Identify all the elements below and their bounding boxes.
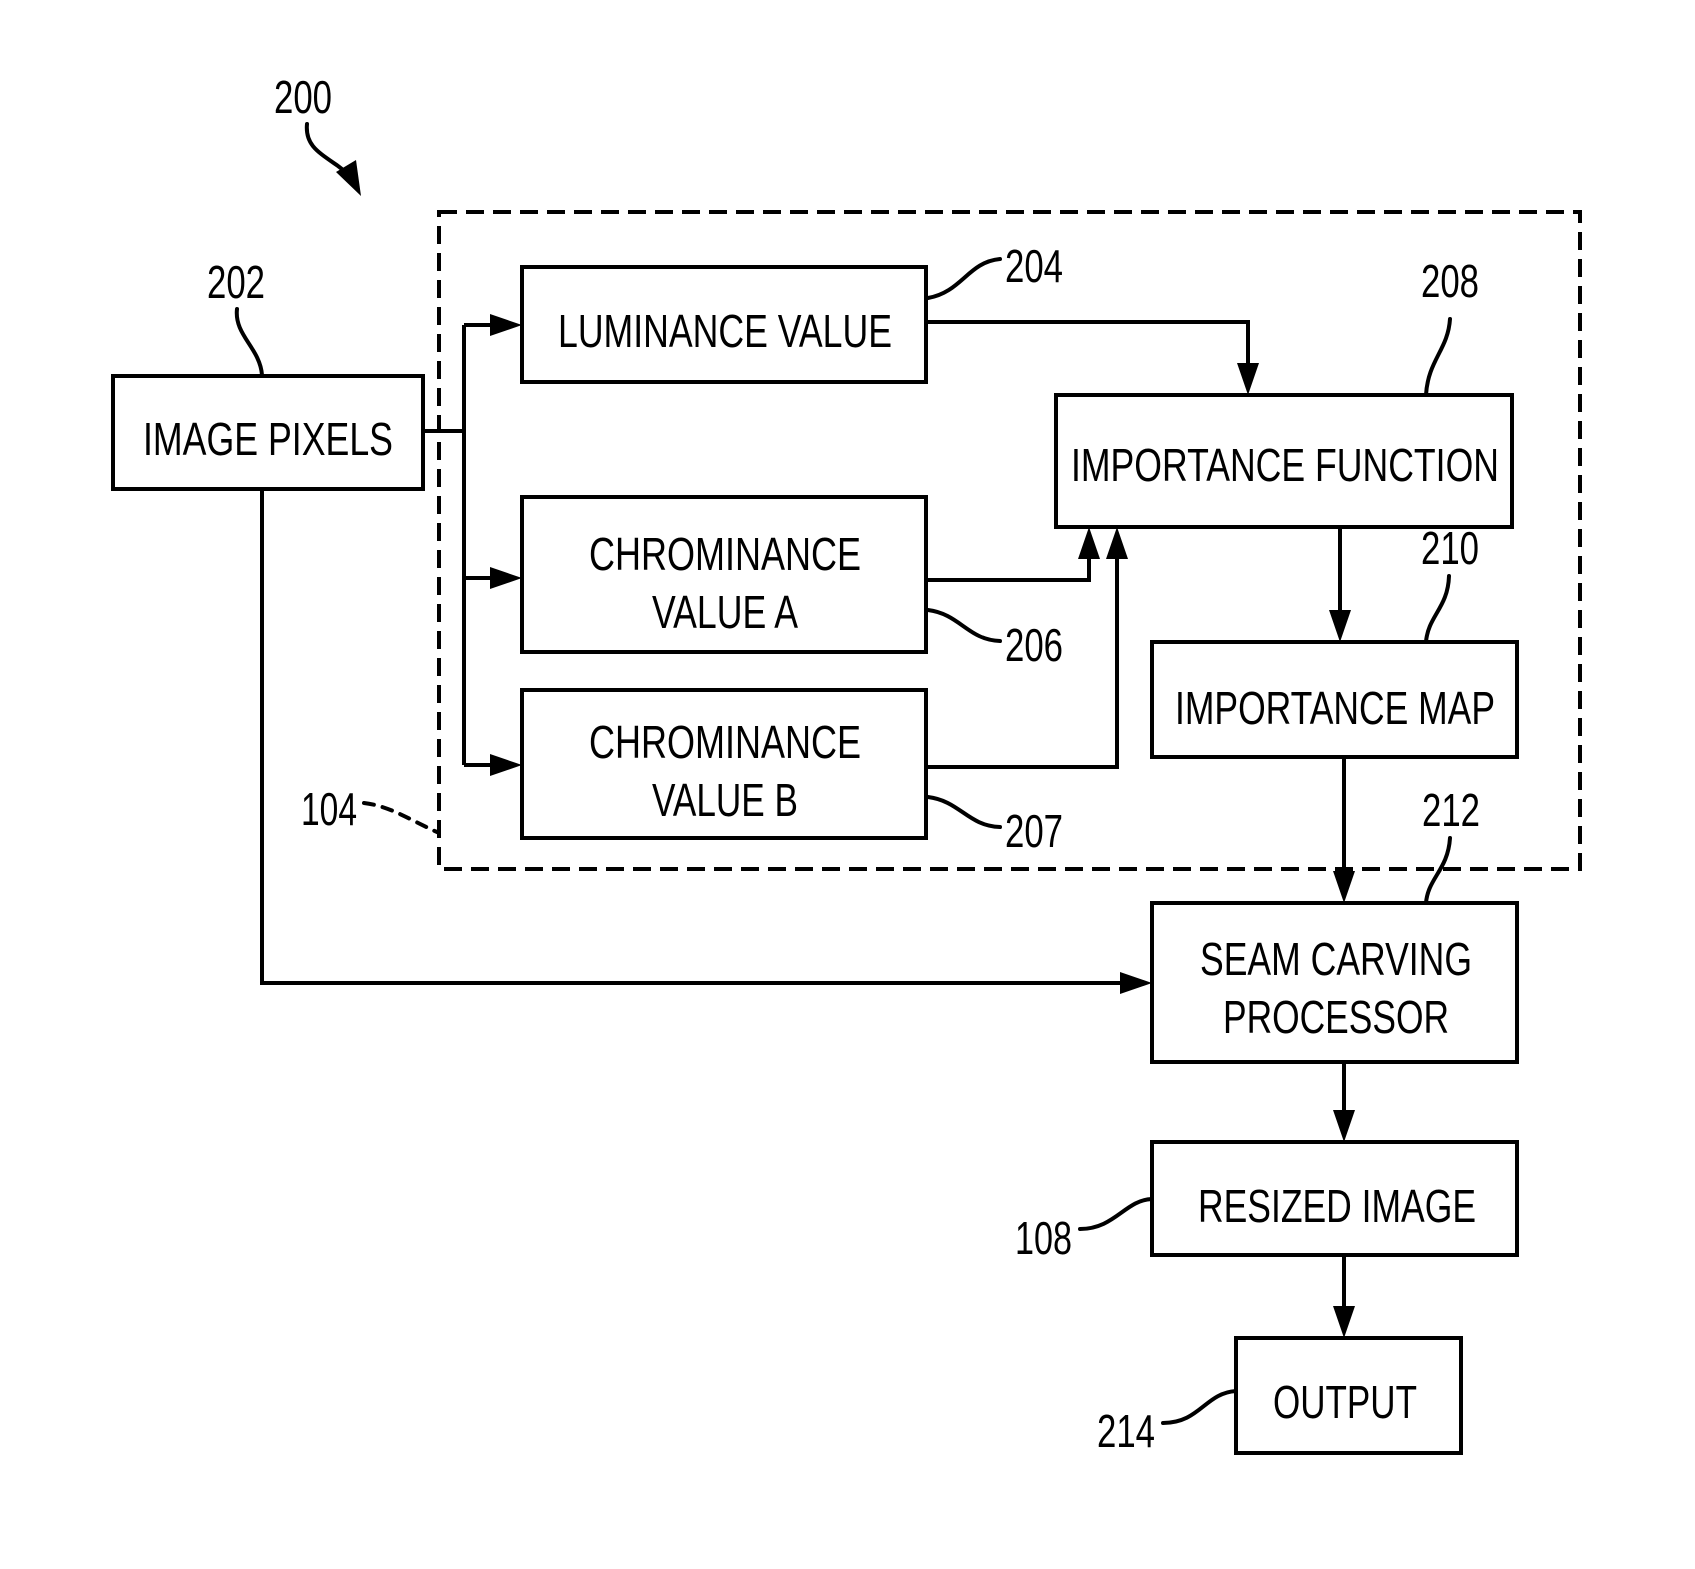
group-ref-leader bbox=[362, 801, 439, 834]
block-output-label: OUTPUT bbox=[1273, 1376, 1417, 1428]
figure-ref-label: 200 bbox=[274, 71, 332, 123]
ref-108-leader bbox=[1078, 1197, 1154, 1231]
ref-210-leader bbox=[1424, 574, 1451, 644]
ref-210: 210 bbox=[1421, 522, 1479, 574]
block-importance-function-label: IMPORTANCE FUNCTION bbox=[1071, 439, 1499, 491]
block-resized-image-label: RESIZED IMAGE bbox=[1198, 1180, 1476, 1232]
block-importance-map-label: IMPORTANCE MAP bbox=[1175, 682, 1495, 734]
block-chrominance-value-b: CHROMINANCE VALUE B bbox=[520, 688, 928, 840]
block-seam-carving-processor: SEAM CARVING PROCESSOR bbox=[1150, 901, 1519, 1064]
ref-206-leader bbox=[926, 608, 1002, 643]
block-importance-map: IMPORTANCE MAP bbox=[1150, 640, 1519, 759]
arrow-into-output bbox=[1333, 1306, 1355, 1338]
block-image-pixels: IMAGE PIXELS bbox=[111, 374, 425, 491]
block-seam-carving-line2: PROCESSOR bbox=[1223, 991, 1449, 1043]
block-luminance-value: LUMINANCE VALUE bbox=[520, 265, 928, 384]
ref-214: 214 bbox=[1097, 1405, 1155, 1457]
block-chrominance-a-line2: VALUE A bbox=[652, 586, 798, 638]
group-ref-label: 104 bbox=[301, 783, 357, 835]
arrow-into-importance-function-top bbox=[1237, 363, 1259, 395]
block-chrominance-value-a: CHROMINANCE VALUE A bbox=[520, 495, 928, 654]
ref-108: 108 bbox=[1015, 1212, 1072, 1264]
ref-208-leader bbox=[1424, 317, 1452, 397]
ref-212: 212 bbox=[1422, 784, 1480, 836]
block-resized-image: RESIZED IMAGE bbox=[1150, 1140, 1519, 1257]
ref-214-leader bbox=[1161, 1389, 1238, 1425]
ref-202: 202 bbox=[207, 256, 265, 308]
ref-206: 206 bbox=[1005, 619, 1063, 671]
block-chrominance-a-line1: CHROMINANCE bbox=[589, 528, 861, 580]
ref-204-leader bbox=[926, 257, 1002, 300]
block-chrominance-b-line2: VALUE B bbox=[652, 774, 798, 826]
arrow-into-chrominance-a bbox=[490, 567, 522, 589]
block-luminance-value-label: LUMINANCE VALUE bbox=[558, 305, 892, 357]
block-output: OUTPUT bbox=[1234, 1336, 1463, 1455]
ref-207: 207 bbox=[1005, 805, 1063, 857]
connector-chrominance-a-to-importance-function bbox=[926, 549, 1091, 582]
arrow-into-seam-carving-top bbox=[1333, 871, 1355, 903]
block-chrominance-b-line1: CHROMINANCE bbox=[589, 716, 861, 768]
connector-luminance-to-importance-function bbox=[926, 320, 1250, 373]
arrow-into-seam-carving-left bbox=[1120, 972, 1152, 994]
block-seam-carving-line1: SEAM CARVING bbox=[1200, 933, 1472, 985]
block-importance-function: IMPORTANCE FUNCTION bbox=[1054, 393, 1514, 529]
ref-208: 208 bbox=[1421, 255, 1479, 307]
block-diagram: 200 104 IMAGE PIXELS 202 LUMINANCE VALUE… bbox=[111, 71, 1582, 1457]
arrow-into-chrominance-b bbox=[490, 754, 522, 776]
ref-204: 204 bbox=[1005, 240, 1063, 292]
ref-202-leader bbox=[234, 307, 264, 377]
arrow-into-importance-function-from-b bbox=[1106, 527, 1128, 559]
arrow-into-resized-image bbox=[1333, 1110, 1355, 1142]
arrow-into-luminance bbox=[490, 314, 522, 336]
arrow-into-importance-function-from-a bbox=[1078, 527, 1100, 559]
ref-207-leader bbox=[926, 795, 1002, 829]
arrow-into-importance-map bbox=[1329, 610, 1351, 642]
block-image-pixels-label: IMAGE PIXELS bbox=[143, 413, 393, 465]
